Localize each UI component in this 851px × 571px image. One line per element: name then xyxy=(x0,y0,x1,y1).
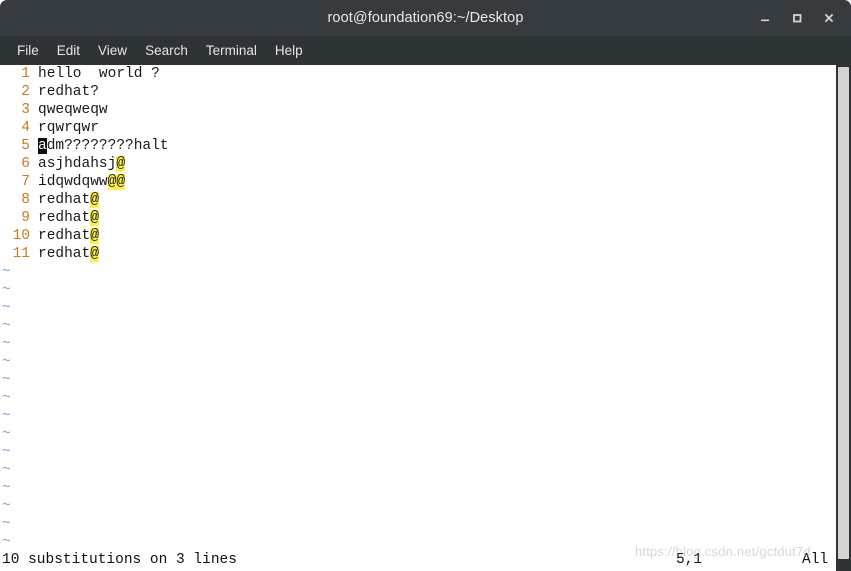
empty-line-marker: ~ xyxy=(2,264,11,280)
menu-item-file[interactable]: File xyxy=(8,41,48,60)
line-number: 9 xyxy=(21,210,30,226)
maximize-icon xyxy=(793,14,802,23)
search-match: @ xyxy=(116,156,126,172)
editor-line: 8 redhat@ xyxy=(0,191,851,209)
vim-buffer: 1 hello world ? 2 redhat? 3 qweqweqw 4 rqwrqwr 5… xyxy=(0,65,851,551)
status-message: 10 substitutions on 3 lines xyxy=(2,552,237,568)
maximize-button[interactable] xyxy=(781,3,813,33)
empty-line-marker: ~ xyxy=(2,426,11,442)
window-title: root@foundation69:~/Desktop xyxy=(327,10,524,26)
empty-line-marker: ~ xyxy=(2,336,11,352)
close-button[interactable] xyxy=(813,3,845,33)
line-number: 11 xyxy=(12,246,30,262)
search-match: @ xyxy=(90,246,99,262)
line-number: 6 xyxy=(21,156,30,172)
editor-line: 4 rqwrqwr xyxy=(0,119,851,137)
search-match: @ xyxy=(90,228,99,244)
editor-line: 11 redhat@ xyxy=(0,245,851,263)
empty-line-marker: ~ xyxy=(2,516,11,532)
editor-line: 7 idqwdqww@@ xyxy=(0,173,851,191)
search-match: @ xyxy=(90,192,99,208)
menu-item-search[interactable]: Search xyxy=(136,41,197,60)
empty-line-marker: ~ xyxy=(2,372,11,388)
empty-line-marker: ~ xyxy=(2,300,11,316)
line-text: idqwdqww xyxy=(38,174,108,190)
minimize-icon xyxy=(761,19,769,22)
line-text: asjhdahsj xyxy=(38,156,117,172)
empty-line-marker: ~ xyxy=(2,408,11,424)
line-text: dm????????halt xyxy=(46,138,169,154)
editor-line: 5 adm????????halt xyxy=(0,137,851,155)
line-text: redhat xyxy=(38,246,91,262)
menu-item-help[interactable]: Help xyxy=(266,41,312,60)
line-number: 7 xyxy=(21,174,30,190)
editor-line: 6 asjhdahsj@ xyxy=(0,155,851,173)
close-icon xyxy=(824,13,834,23)
search-match: @@ xyxy=(107,174,126,190)
menu-item-edit[interactable]: Edit xyxy=(48,41,89,60)
editor-line: 9 redhat@ xyxy=(0,209,851,227)
line-number: 8 xyxy=(21,192,30,208)
window-controls xyxy=(749,0,845,36)
line-number: 5 xyxy=(21,138,30,154)
empty-line-marker: ~ xyxy=(2,498,11,514)
search-match: @ xyxy=(90,210,99,226)
line-text: redhat xyxy=(38,192,91,208)
empty-line-marker: ~ xyxy=(2,480,11,496)
empty-line-marker: ~ xyxy=(2,390,11,406)
empty-line-marker: ~ xyxy=(2,354,11,370)
line-number: 4 xyxy=(21,120,30,136)
editor-line: 1 hello world ? xyxy=(0,65,851,83)
menubar: File Edit View Search Terminal Help xyxy=(0,36,851,65)
line-number: 10 xyxy=(12,228,30,244)
editor-line: 3 qweqweqw xyxy=(0,101,851,119)
line-number: 1 xyxy=(21,66,30,82)
terminal-window: root@foundation69:~/Desktop File Edit Vi… xyxy=(0,0,851,571)
line-text: qweqweqw xyxy=(38,102,108,118)
menu-item-terminal[interactable]: Terminal xyxy=(197,41,266,60)
vim-status-line: 10 substitutions on 3 lines 5,1 All xyxy=(0,550,851,571)
menu-item-view[interactable]: View xyxy=(89,41,136,60)
empty-line-marker: ~ xyxy=(2,282,11,298)
line-text: hello world ? xyxy=(38,66,160,82)
editor-line: 2 redhat? xyxy=(0,83,851,101)
terminal-screen[interactable]: 1 hello world ? 2 redhat? 3 qweqweqw 4 rqwrqwr 5… xyxy=(0,65,851,571)
window-titlebar[interactable]: root@foundation69:~/Desktop xyxy=(0,0,851,36)
minimize-button[interactable] xyxy=(749,3,781,33)
text-cursor: a xyxy=(38,138,47,154)
line-text: rqwrqwr xyxy=(38,120,99,136)
vertical-scrollbar[interactable] xyxy=(836,65,851,571)
scrollbar-thumb[interactable] xyxy=(838,67,849,559)
scroll-indicator: All xyxy=(802,552,829,568)
empty-line-marker: ~ xyxy=(2,444,11,460)
empty-line-marker: ~ xyxy=(2,318,11,334)
empty-line-marker: ~ xyxy=(2,462,11,478)
line-text: redhat xyxy=(38,228,91,244)
line-number: 2 xyxy=(21,84,30,100)
line-number: 3 xyxy=(21,102,30,118)
cursor-position: 5,1 xyxy=(676,552,703,568)
line-text: redhat xyxy=(38,210,91,226)
line-text: redhat? xyxy=(38,84,99,100)
editor-line: 10 redhat@ xyxy=(0,227,851,245)
empty-line-marker: ~ xyxy=(2,534,11,550)
